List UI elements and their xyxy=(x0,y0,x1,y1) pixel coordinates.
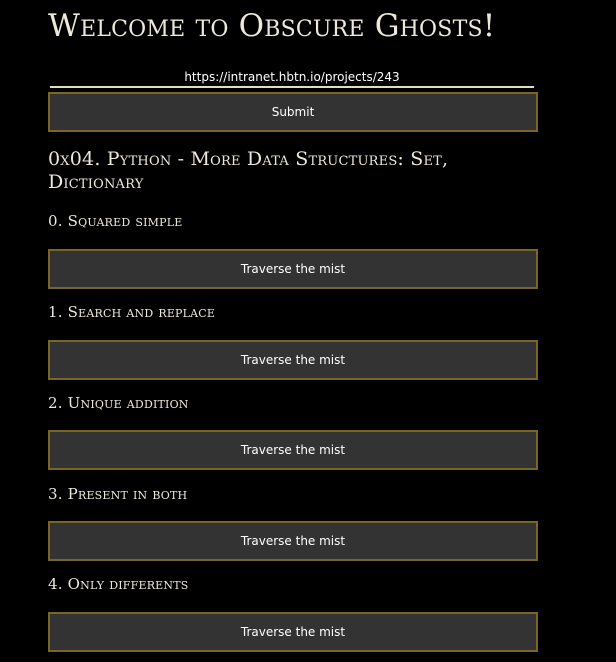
traverse-mist-button[interactable]: Traverse the mist xyxy=(48,612,538,652)
task-name: 0. Squared simple xyxy=(48,212,183,230)
submit-button[interactable]: Submit xyxy=(48,92,538,132)
traverse-mist-button[interactable]: Traverse the mist xyxy=(48,430,538,470)
task-name: 2. Unique addition xyxy=(48,394,189,412)
traverse-mist-button[interactable]: Traverse the mist xyxy=(48,521,538,561)
project-title: 0x04. Python - More Data Structures: Set… xyxy=(48,148,449,193)
traverse-mist-button[interactable]: Traverse the mist xyxy=(48,340,538,380)
page-title: Welcome to Obscure Ghosts! xyxy=(48,8,496,44)
traverse-mist-button[interactable]: Traverse the mist xyxy=(48,249,538,289)
task-name: 3. Present in both xyxy=(48,485,188,503)
task-name: 1. Search and replace xyxy=(48,303,216,321)
project-url-input[interactable] xyxy=(50,68,534,88)
task-name: 4. Only differents xyxy=(48,575,189,593)
